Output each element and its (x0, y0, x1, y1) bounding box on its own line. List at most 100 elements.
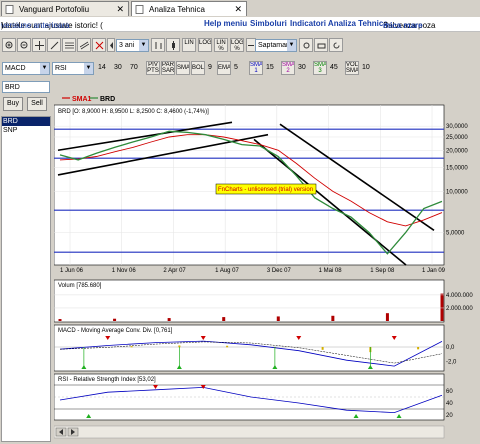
sma2-button[interactable]: SMA 2 (281, 61, 295, 75)
trial-watermark: FnCharts - unlicensed (trial) version (218, 187, 313, 193)
channel-button[interactable] (77, 38, 91, 52)
tab-analiza-tehnica[interactable]: Analiza Tehnica ✕ (131, 1, 247, 16)
rsi-param-3[interactable]: 70 (130, 64, 138, 71)
pivot-points-button[interactable]: PIV PTS (146, 61, 160, 75)
chart-scrollbar[interactable] (54, 426, 444, 438)
page-icon (135, 5, 144, 14)
print-button[interactable] (314, 38, 328, 52)
tab-vanguard-portofoliu[interactable]: Vanguard Portofoliu ✕ (1, 1, 129, 16)
y-tick-label: 2.000.000 (446, 306, 473, 312)
toolbar-primary: 3 ani ▼ LIN LOG LIN % LOG % Saptamanal▼ (0, 32, 480, 58)
volume-sma-period[interactable]: 10 (362, 64, 370, 71)
legend-sma1: SMA1 (72, 96, 92, 103)
rsi-param-2[interactable]: 30 (114, 64, 122, 71)
delete-drawing-button[interactable] (92, 38, 106, 52)
range-select[interactable]: 3 ani ▼ (116, 39, 149, 52)
sell-button[interactable]: Sell (27, 97, 47, 111)
symbols-link[interactable]: Simboluri (250, 19, 287, 28)
sma1-button[interactable]: SMA 1 (249, 61, 263, 75)
settings-button[interactable] (299, 38, 313, 52)
page-icon (5, 5, 14, 14)
x-tick-label: 1 Jun 06 (60, 268, 84, 274)
bar-chart-button[interactable] (151, 38, 165, 52)
x-tick-label: 1 Mai 08 (319, 268, 343, 274)
sma1-period[interactable]: 15 (266, 64, 274, 71)
volume-bar (277, 316, 280, 321)
lin-button[interactable]: LIN (182, 38, 196, 52)
y-tick-label: 40 (446, 401, 453, 407)
ohlc-readout: BRD [O: 8,9000 H: 8,9500 L: 8,2500 C: 8,… (58, 109, 209, 115)
fibonacci-button[interactable] (62, 38, 76, 52)
y-tick-label: 20,0000 (446, 148, 468, 154)
y-tick-label: 60 (446, 389, 453, 395)
log-button[interactable]: LOG (198, 38, 212, 52)
x-tick-label: 1 Sep 08 (370, 268, 395, 274)
symbol-list-item[interactable]: BRD (2, 117, 50, 126)
volume-bar (168, 318, 171, 321)
help-menu-link[interactable]: Help meniu (204, 19, 247, 28)
zoom-in-button[interactable] (2, 38, 16, 52)
scroll-track[interactable] (54, 426, 444, 438)
volume-bar (113, 319, 116, 321)
y-tick-label: 20 (446, 413, 453, 419)
refresh-button[interactable] (329, 38, 343, 52)
close-icon[interactable]: ✕ (234, 2, 242, 17)
crosshair-icon (35, 41, 44, 50)
oscillator-select-value: RSI (55, 65, 67, 72)
bollinger-button[interactable]: BOL (191, 61, 205, 75)
indicators-link[interactable]: Indicatori Analiza Tehnica (290, 19, 388, 28)
y-tick-label: 30,0000 (446, 124, 468, 130)
y-tick-label: -2,0 (446, 360, 457, 366)
symbol-input[interactable]: BRD (2, 81, 50, 93)
tab-bar: Vanguard Portofoliu ✕ Analiza Tehnica ✕ (0, 0, 480, 18)
range-left-button[interactable] (107, 38, 115, 52)
x-tick-label: 1 Nov 06 (112, 268, 137, 274)
x-tick-label: 1 Aug 07 (215, 268, 239, 274)
candle-button[interactable] (166, 38, 180, 52)
zoom-out-icon (20, 41, 29, 50)
sma-button[interactable]: SMA (176, 61, 190, 75)
sma2-period[interactable]: 30 (298, 64, 306, 71)
macd-histogram-bar (322, 347, 324, 350)
y-tick-label: 5,0000 (446, 231, 465, 237)
sma3-period[interactable]: 45 (330, 64, 338, 71)
rsi-y-axis: 60 40 20 (446, 389, 453, 419)
close-icon[interactable]: ✕ (116, 2, 124, 17)
symbol-list-item[interactable]: SNP (2, 126, 50, 135)
y-tick-label: 10,0000 (446, 189, 468, 195)
sma3-button[interactable]: SMA 3 (313, 61, 327, 75)
bollinger-period[interactable]: 9 (208, 64, 212, 71)
macd-histogram-bar (131, 346, 133, 347)
macd-title: MACD - Moving Average Conv. Div. [0,761] (58, 328, 173, 334)
rsi-param-1[interactable]: 14 (98, 64, 106, 71)
compare-icon (248, 41, 254, 50)
zoom-out-button[interactable] (17, 38, 31, 52)
buy-button[interactable]: Buy (3, 97, 23, 111)
parabolic-sar-button[interactable]: PAR SAR (161, 61, 175, 75)
volume-bar (331, 316, 334, 321)
volume-title: Volum [785.680] (58, 283, 102, 289)
oscillator-select[interactable]: RSI ▼ (52, 62, 94, 75)
ema-period[interactable]: 5 (234, 64, 238, 71)
indicator-select[interactable]: MACD▼ (2, 62, 50, 75)
fibonacci-icon (65, 41, 74, 50)
volume-bar (441, 294, 444, 321)
interval-select[interactable]: Saptamanal▼ (255, 39, 297, 52)
save-image-size-link[interactable]: mica mare (383, 21, 423, 30)
volume-panel[interactable] (54, 280, 444, 322)
volume-bar (59, 319, 62, 321)
chevron-down-icon: ▼ (84, 63, 93, 74)
range-select-value: 3 ani (119, 42, 134, 49)
lin-percent-button[interactable]: LIN % (214, 38, 228, 52)
chart-area: SMA1 BRD BRD [O: 8,9000 H: 8,9500 L: 8,2… (54, 79, 478, 442)
crosshair-button[interactable] (32, 38, 46, 52)
zoom-in-icon (5, 41, 14, 50)
previous-version-link[interactable]: versiune anterioara (1, 21, 69, 30)
log-percent-button[interactable]: LOG % (230, 38, 244, 52)
volume-sma-button[interactable]: VOL SMA (345, 61, 359, 75)
delete-icon (95, 41, 104, 50)
chevron-down-icon: ▼ (139, 40, 148, 51)
ema-button[interactable]: EMA (217, 61, 231, 75)
y-tick-label: 15,0000 (446, 165, 468, 171)
draw-line-button[interactable] (47, 38, 61, 52)
